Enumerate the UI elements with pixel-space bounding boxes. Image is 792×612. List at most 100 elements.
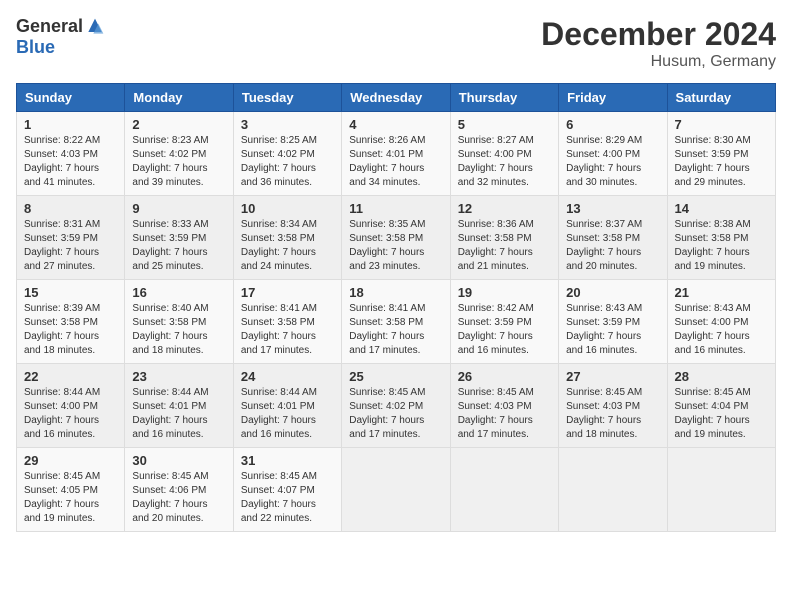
day-info: Sunrise: 8:45 AM Sunset: 4:03 PM Dayligh… (566, 386, 659, 442)
weekday-header-row: SundayMondayTuesdayWednesdayThursdayFrid… (17, 84, 776, 112)
day-info: Sunrise: 8:43 AM Sunset: 4:00 PM Dayligh… (675, 302, 768, 358)
calendar-cell (559, 448, 667, 532)
day-number: 26 (458, 369, 551, 384)
day-number: 29 (24, 453, 117, 468)
location-title: Husum, Germany (541, 53, 776, 71)
calendar-cell: 31 Sunrise: 8:45 AM Sunset: 4:07 PM Dayl… (233, 448, 341, 532)
day-info: Sunrise: 8:36 AM Sunset: 3:58 PM Dayligh… (458, 218, 551, 274)
day-number: 22 (24, 369, 117, 384)
day-info: Sunrise: 8:33 AM Sunset: 3:59 PM Dayligh… (132, 218, 225, 274)
day-number: 23 (132, 369, 225, 384)
day-number: 21 (675, 285, 768, 300)
calendar-cell: 3 Sunrise: 8:25 AM Sunset: 4:02 PM Dayli… (233, 112, 341, 196)
calendar-cell: 17 Sunrise: 8:41 AM Sunset: 3:58 PM Dayl… (233, 280, 341, 364)
calendar-cell (667, 448, 775, 532)
calendar-cell: 12 Sunrise: 8:36 AM Sunset: 3:58 PM Dayl… (450, 196, 558, 280)
weekday-header-saturday: Saturday (667, 84, 775, 112)
day-info: Sunrise: 8:31 AM Sunset: 3:59 PM Dayligh… (24, 218, 117, 274)
day-number: 1 (24, 117, 117, 132)
calendar-cell: 19 Sunrise: 8:42 AM Sunset: 3:59 PM Dayl… (450, 280, 558, 364)
calendar-cell: 20 Sunrise: 8:43 AM Sunset: 3:59 PM Dayl… (559, 280, 667, 364)
weekday-header-tuesday: Tuesday (233, 84, 341, 112)
day-info: Sunrise: 8:45 AM Sunset: 4:07 PM Dayligh… (241, 470, 334, 526)
calendar-cell: 30 Sunrise: 8:45 AM Sunset: 4:06 PM Dayl… (125, 448, 233, 532)
logo-icon (85, 17, 105, 37)
day-number: 11 (349, 201, 442, 216)
calendar-cell: 8 Sunrise: 8:31 AM Sunset: 3:59 PM Dayli… (17, 196, 125, 280)
day-number: 19 (458, 285, 551, 300)
calendar-cell: 16 Sunrise: 8:40 AM Sunset: 3:58 PM Dayl… (125, 280, 233, 364)
calendar-week-5: 29 Sunrise: 8:45 AM Sunset: 4:05 PM Dayl… (17, 448, 776, 532)
calendar-cell: 27 Sunrise: 8:45 AM Sunset: 4:03 PM Dayl… (559, 364, 667, 448)
day-number: 15 (24, 285, 117, 300)
day-number: 2 (132, 117, 225, 132)
day-info: Sunrise: 8:34 AM Sunset: 3:58 PM Dayligh… (241, 218, 334, 274)
calendar-week-3: 15 Sunrise: 8:39 AM Sunset: 3:58 PM Dayl… (17, 280, 776, 364)
day-info: Sunrise: 8:42 AM Sunset: 3:59 PM Dayligh… (458, 302, 551, 358)
calendar-week-4: 22 Sunrise: 8:44 AM Sunset: 4:00 PM Dayl… (17, 364, 776, 448)
calendar-cell: 22 Sunrise: 8:44 AM Sunset: 4:00 PM Dayl… (17, 364, 125, 448)
calendar-cell: 29 Sunrise: 8:45 AM Sunset: 4:05 PM Dayl… (17, 448, 125, 532)
day-number: 12 (458, 201, 551, 216)
day-info: Sunrise: 8:35 AM Sunset: 3:58 PM Dayligh… (349, 218, 442, 274)
day-info: Sunrise: 8:37 AM Sunset: 3:58 PM Dayligh… (566, 218, 659, 274)
logo: General Blue (16, 16, 105, 58)
logo-general-text: General (16, 16, 83, 37)
title-area: December 2024 Husum, Germany (541, 16, 776, 71)
day-number: 7 (675, 117, 768, 132)
day-number: 27 (566, 369, 659, 384)
day-info: Sunrise: 8:26 AM Sunset: 4:01 PM Dayligh… (349, 134, 442, 190)
day-info: Sunrise: 8:43 AM Sunset: 3:59 PM Dayligh… (566, 302, 659, 358)
day-info: Sunrise: 8:25 AM Sunset: 4:02 PM Dayligh… (241, 134, 334, 190)
weekday-header-thursday: Thursday (450, 84, 558, 112)
calendar-cell: 7 Sunrise: 8:30 AM Sunset: 3:59 PM Dayli… (667, 112, 775, 196)
day-info: Sunrise: 8:45 AM Sunset: 4:06 PM Dayligh… (132, 470, 225, 526)
calendar-week-2: 8 Sunrise: 8:31 AM Sunset: 3:59 PM Dayli… (17, 196, 776, 280)
calendar-cell: 6 Sunrise: 8:29 AM Sunset: 4:00 PM Dayli… (559, 112, 667, 196)
calendar-cell: 26 Sunrise: 8:45 AM Sunset: 4:03 PM Dayl… (450, 364, 558, 448)
calendar-cell: 21 Sunrise: 8:43 AM Sunset: 4:00 PM Dayl… (667, 280, 775, 364)
day-number: 9 (132, 201, 225, 216)
calendar-cell: 1 Sunrise: 8:22 AM Sunset: 4:03 PM Dayli… (17, 112, 125, 196)
calendar-cell: 14 Sunrise: 8:38 AM Sunset: 3:58 PM Dayl… (667, 196, 775, 280)
day-info: Sunrise: 8:44 AM Sunset: 4:00 PM Dayligh… (24, 386, 117, 442)
day-info: Sunrise: 8:30 AM Sunset: 3:59 PM Dayligh… (675, 134, 768, 190)
day-number: 14 (675, 201, 768, 216)
day-number: 20 (566, 285, 659, 300)
calendar-table: SundayMondayTuesdayWednesdayThursdayFrid… (16, 83, 776, 532)
day-number: 3 (241, 117, 334, 132)
day-info: Sunrise: 8:23 AM Sunset: 4:02 PM Dayligh… (132, 134, 225, 190)
calendar-cell: 24 Sunrise: 8:44 AM Sunset: 4:01 PM Dayl… (233, 364, 341, 448)
weekday-header-friday: Friday (559, 84, 667, 112)
calendar-cell: 5 Sunrise: 8:27 AM Sunset: 4:00 PM Dayli… (450, 112, 558, 196)
weekday-header-wednesday: Wednesday (342, 84, 450, 112)
day-info: Sunrise: 8:22 AM Sunset: 4:03 PM Dayligh… (24, 134, 117, 190)
calendar-week-1: 1 Sunrise: 8:22 AM Sunset: 4:03 PM Dayli… (17, 112, 776, 196)
day-number: 28 (675, 369, 768, 384)
calendar-cell: 9 Sunrise: 8:33 AM Sunset: 3:59 PM Dayli… (125, 196, 233, 280)
day-info: Sunrise: 8:27 AM Sunset: 4:00 PM Dayligh… (458, 134, 551, 190)
day-number: 25 (349, 369, 442, 384)
day-info: Sunrise: 8:29 AM Sunset: 4:00 PM Dayligh… (566, 134, 659, 190)
day-info: Sunrise: 8:44 AM Sunset: 4:01 PM Dayligh… (132, 386, 225, 442)
day-info: Sunrise: 8:41 AM Sunset: 3:58 PM Dayligh… (349, 302, 442, 358)
calendar-cell: 18 Sunrise: 8:41 AM Sunset: 3:58 PM Dayl… (342, 280, 450, 364)
day-info: Sunrise: 8:45 AM Sunset: 4:04 PM Dayligh… (675, 386, 768, 442)
calendar-cell: 2 Sunrise: 8:23 AM Sunset: 4:02 PM Dayli… (125, 112, 233, 196)
day-number: 24 (241, 369, 334, 384)
calendar-cell: 11 Sunrise: 8:35 AM Sunset: 3:58 PM Dayl… (342, 196, 450, 280)
calendar-cell (342, 448, 450, 532)
day-number: 5 (458, 117, 551, 132)
day-info: Sunrise: 8:40 AM Sunset: 3:58 PM Dayligh… (132, 302, 225, 358)
day-info: Sunrise: 8:45 AM Sunset: 4:02 PM Dayligh… (349, 386, 442, 442)
calendar-cell: 10 Sunrise: 8:34 AM Sunset: 3:58 PM Dayl… (233, 196, 341, 280)
day-number: 30 (132, 453, 225, 468)
day-number: 4 (349, 117, 442, 132)
calendar-cell: 25 Sunrise: 8:45 AM Sunset: 4:02 PM Dayl… (342, 364, 450, 448)
day-number: 18 (349, 285, 442, 300)
calendar-cell: 28 Sunrise: 8:45 AM Sunset: 4:04 PM Dayl… (667, 364, 775, 448)
day-info: Sunrise: 8:38 AM Sunset: 3:58 PM Dayligh… (675, 218, 768, 274)
calendar-cell (450, 448, 558, 532)
day-info: Sunrise: 8:41 AM Sunset: 3:58 PM Dayligh… (241, 302, 334, 358)
day-info: Sunrise: 8:45 AM Sunset: 4:05 PM Dayligh… (24, 470, 117, 526)
